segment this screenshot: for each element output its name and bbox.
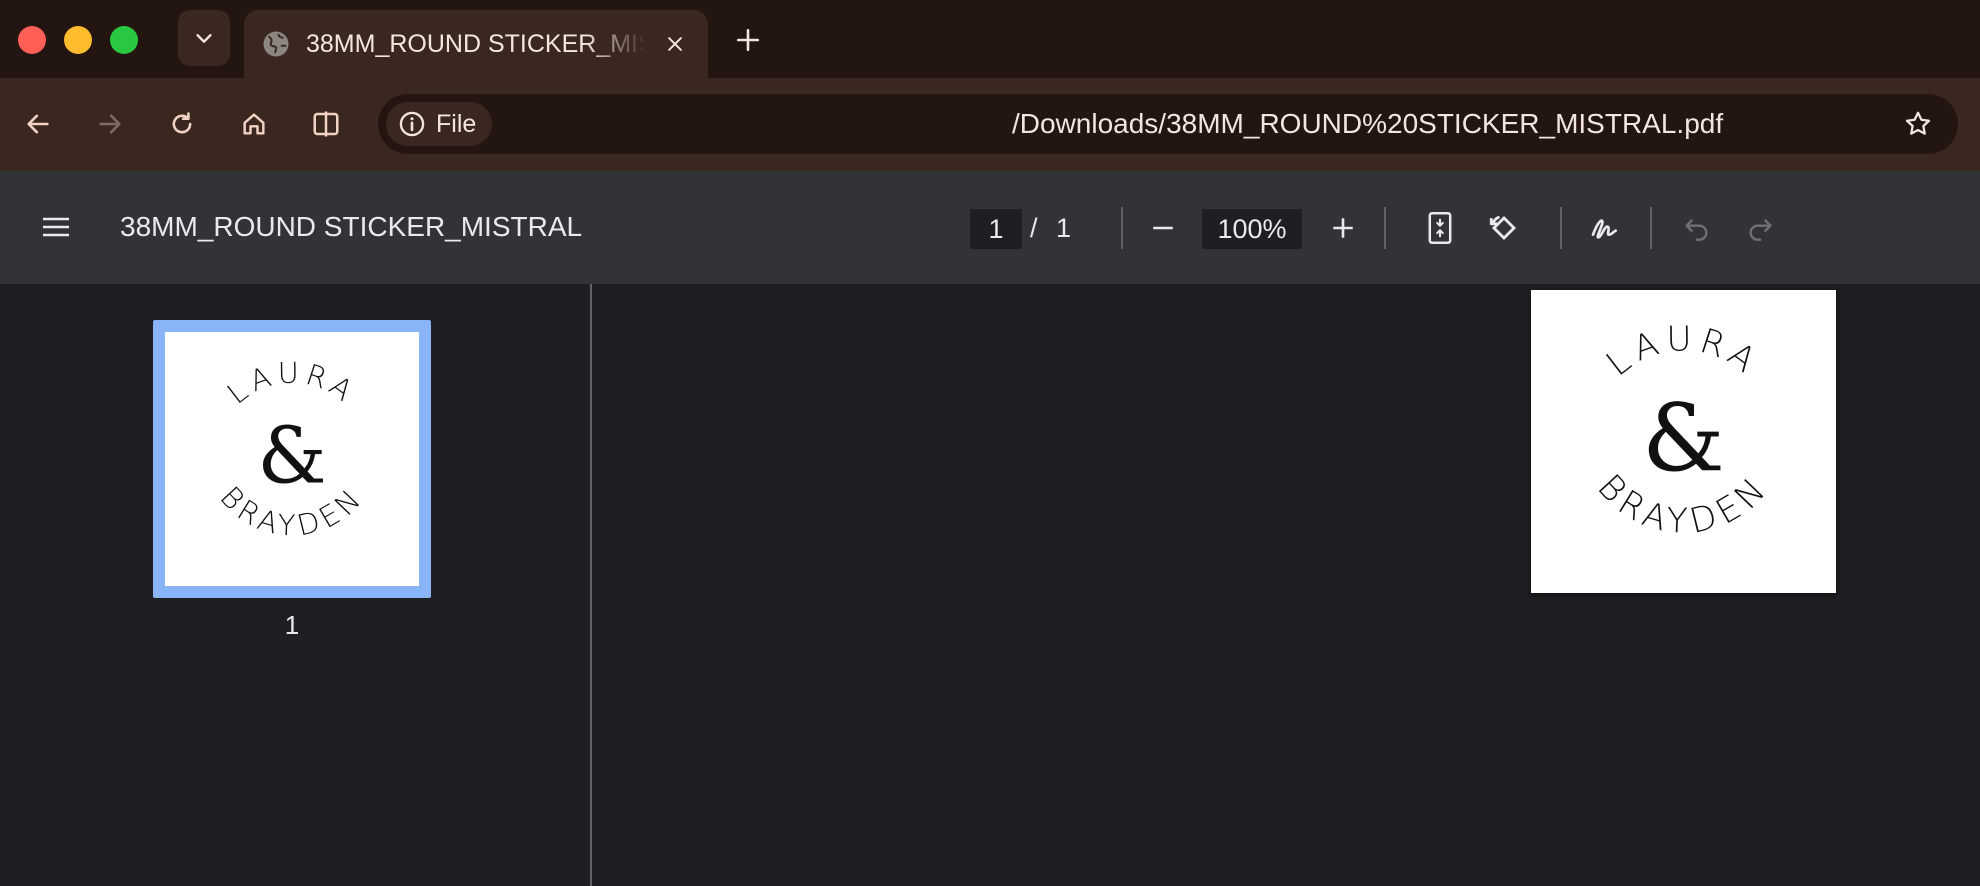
- rotate-button[interactable]: [1481, 205, 1527, 251]
- globe-icon: [260, 28, 292, 60]
- close-tab-button[interactable]: [660, 29, 690, 59]
- fit-page-icon: [1426, 211, 1454, 245]
- site-info-chip[interactable]: File: [386, 102, 492, 146]
- redo-button[interactable]: [1737, 205, 1783, 251]
- thumbnail-sidebar: LAURA & BRAYDEN 1: [0, 284, 592, 886]
- sidebar-menu-button[interactable]: [36, 205, 76, 249]
- document-title: 38MM_ROUND STICKER_MISTRAL: [120, 211, 583, 242]
- info-icon: [398, 110, 426, 138]
- maximize-window-button[interactable]: [110, 26, 138, 54]
- split-view-icon: [311, 109, 341, 139]
- pdf-viewer[interactable]: LAURA & BRAYDEN: [594, 284, 1980, 886]
- plus-icon: [735, 27, 761, 53]
- address-bar[interactable]: File /Downloads/38MM_ROUND%20STICKER_MIS…: [378, 94, 1958, 154]
- toolbar-divider: [1384, 207, 1386, 249]
- arrow-right-icon: [96, 110, 124, 138]
- home-icon: [240, 110, 268, 138]
- chevron-down-icon: [193, 27, 215, 49]
- sticker-ampersand: &: [257, 412, 326, 502]
- fit-to-page-button[interactable]: [1417, 205, 1463, 251]
- browser-toolbar: File /Downloads/38MM_ROUND%20STICKER_MIS…: [0, 78, 1980, 171]
- sticker-artwork-thumbnail: LAURA & BRAYDEN: [214, 356, 366, 543]
- tab-search-button[interactable]: [178, 10, 230, 66]
- thumbnail-page: LAURA & BRAYDEN: [165, 332, 419, 586]
- zoom-level-input[interactable]: 100%: [1202, 209, 1302, 249]
- zoom-in-button[interactable]: [1320, 205, 1366, 251]
- pdf-page: LAURA & BRAYDEN: [1531, 290, 1836, 593]
- toolbar-divider: [1560, 207, 1562, 249]
- toolbar-divider: [1650, 207, 1652, 249]
- back-button[interactable]: [14, 100, 62, 148]
- pen-squiggle-icon: [1589, 212, 1621, 244]
- bookmark-star-button[interactable]: [1896, 102, 1940, 146]
- rotate-icon: [1487, 211, 1521, 245]
- svg-text:LAURA: LAURA: [221, 356, 364, 411]
- hamburger-menu-icon: [41, 215, 71, 239]
- minimize-window-button[interactable]: [64, 26, 92, 54]
- redo-icon: [1746, 214, 1774, 242]
- minus-icon: [1150, 215, 1176, 241]
- home-button[interactable]: [230, 100, 278, 148]
- zoom-out-button[interactable]: [1140, 205, 1186, 251]
- toolbar-divider: [1121, 207, 1123, 249]
- plus-icon: [1330, 215, 1356, 241]
- undo-button[interactable]: [1674, 205, 1720, 251]
- new-tab-button[interactable]: [728, 20, 768, 60]
- draw-annotation-button[interactable]: [1582, 205, 1628, 251]
- page-number-input[interactable]: 1: [970, 209, 1022, 249]
- sticker-top-text: LAURA: [1599, 319, 1762, 384]
- tab-strip: 38MM_ROUND STICKER_MISTRAL: [0, 0, 1980, 78]
- sticker-artwork: LAURA & BRAYDEN: [1589, 319, 1771, 542]
- tab-title: 38MM_ROUND STICKER_MISTRAL: [306, 29, 646, 58]
- page-thumbnail-selected[interactable]: LAURA & BRAYDEN: [153, 320, 431, 598]
- forward-button[interactable]: [86, 100, 134, 148]
- url-text[interactable]: /Downloads/38MM_ROUND%20STICKER_MISTRAL.…: [1012, 108, 1723, 140]
- thumbnail-page-number: 1: [284, 610, 300, 640]
- svg-text:LAURA: LAURA: [1599, 319, 1768, 384]
- site-chip-label: File: [436, 109, 477, 138]
- split-view-button[interactable]: [302, 100, 350, 148]
- close-window-button[interactable]: [18, 26, 46, 54]
- active-tab[interactable]: 38MM_ROUND STICKER_MISTRAL: [244, 10, 708, 78]
- arrow-left-icon: [24, 110, 52, 138]
- reload-button[interactable]: [158, 100, 206, 148]
- total-pages: 1: [1056, 213, 1072, 243]
- sticker-ampersand: &: [1642, 384, 1725, 492]
- reload-icon: [168, 110, 196, 138]
- undo-icon: [1683, 214, 1711, 242]
- sticker-top-text: LAURA: [221, 356, 359, 411]
- page-separator: /: [1030, 213, 1038, 243]
- pdf-toolbar: 38MM_ROUND STICKER_MISTRAL 1 / 1 100%: [0, 171, 1980, 284]
